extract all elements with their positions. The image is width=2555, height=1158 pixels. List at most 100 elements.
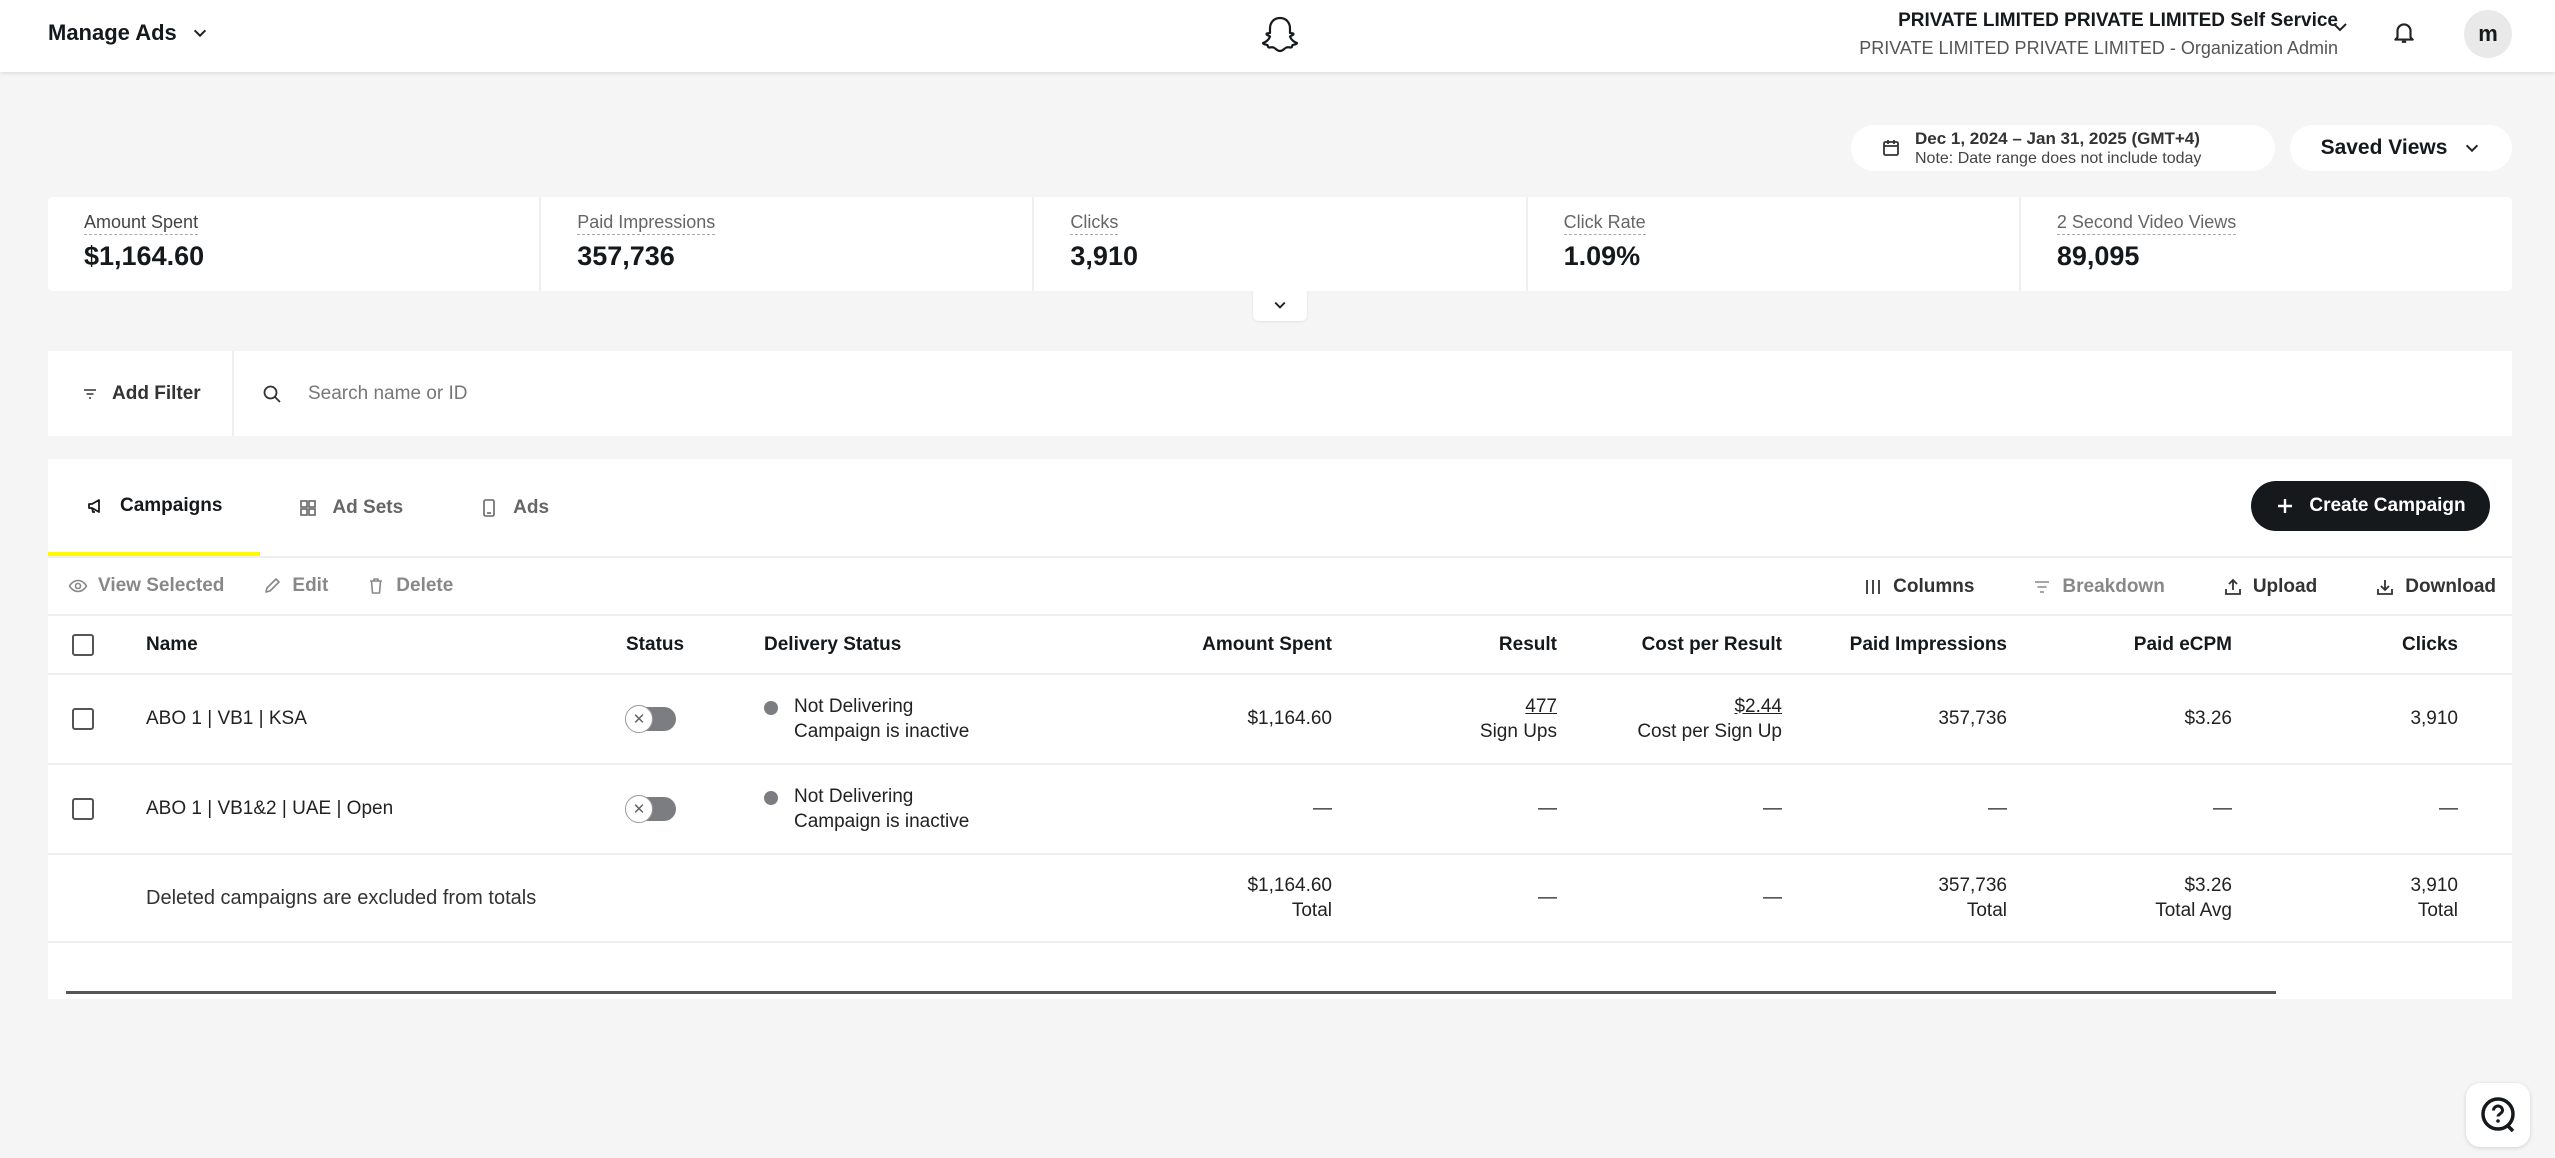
chevron-down-icon [1274,301,1286,309]
table-header-row: Name Status Delivery Status Amount Spent… [48,616,2512,675]
metric-value: 3,910 [1070,241,1138,271]
clicks-cell: — [2232,764,2512,855]
total-value: 3,910 [2410,874,2458,896]
help-button[interactable] [2466,1083,2530,1147]
table-tools: Columns Breakdown Upload Download [1843,558,2496,616]
row-checkbox[interactable] [72,798,94,820]
filter-icon [84,388,96,399]
column-header-amount-spent[interactable]: Amount Spent [1094,616,1332,675]
campaign-name[interactable]: ABO 1 | VB1&2 | UAE | Open [146,764,626,855]
view-selected-button[interactable]: View Selected [68,575,224,597]
breakdown-button[interactable]: Breakdown [2032,576,2165,598]
campaigns-table: Name Status Delivery Status Amount Spent… [48,616,2512,943]
columns-button[interactable]: Columns [1863,576,1974,598]
column-header-cost-per-result[interactable]: Cost per Result [1557,616,1782,675]
metric-value: $1,164.60 [84,241,205,271]
trash-icon [370,578,383,594]
result-unit: Sign Ups [1479,720,1557,742]
bell-icon [2394,23,2414,43]
total-label: Total [2417,899,2458,921]
metric-click-rate[interactable]: Click Rate 1.09% [1528,197,2021,291]
column-header-delivery-status[interactable]: Delivery Status [764,616,1094,675]
chevron-down-icon [2466,144,2479,153]
edit-label: Edit [292,575,329,596]
delivery-detail: Campaign is inactive [794,810,970,832]
row-checkbox[interactable] [72,708,94,730]
org-role: PRIVATE LIMITED PRIVATE LIMITED - Organi… [1859,38,2338,58]
avatar[interactable]: m [2464,10,2512,58]
amount-spent-cell: $1,164.60 [1094,674,1332,765]
table-row[interactable]: ABO 1 | VB1 | KSA ✕ Not Delivering Campai… [48,674,2512,765]
column-header-paid-impressions[interactable]: Paid Impressions [1782,616,2007,675]
metric-value: 1.09% [1563,241,1641,271]
metric-clicks[interactable]: Clicks 3,910 [1034,197,1528,291]
upload-button[interactable]: Upload [2223,576,2317,598]
eye-icon [68,579,88,593]
tab-ads[interactable]: Ads [441,459,587,556]
total-paid-impressions: 357,736 Total [1782,854,2007,943]
column-header-name[interactable]: Name [146,616,626,675]
tab-ad-sets[interactable]: Ad Sets [260,459,441,556]
upload-label: Upload [2252,576,2318,597]
tab-bar: Campaigns Ad Sets Ads [48,459,587,556]
metric-amount-spent[interactable]: Amount Spent $1,164.60 [48,197,542,291]
delete-button[interactable]: Delete [366,575,453,597]
download-button[interactable]: Download [2375,576,2496,598]
metric-label: 2 Second Video Views [2056,212,2237,235]
status-toggle[interactable]: ✕ [625,705,676,733]
table-row[interactable]: ABO 1 | VB1&2 | UAE | Open ✕ Not Deliver… [48,764,2512,855]
total-paid-ecpm: $3.26 Total Avg [2007,854,2232,943]
select-all-checkbox[interactable] [72,633,94,656]
tab-campaigns[interactable]: Campaigns [48,459,261,556]
campaign-name[interactable]: ABO 1 | VB1 | KSA [146,674,626,765]
tab-label: Ads [513,496,550,518]
horizontal-scrollbar[interactable] [66,991,2276,994]
delivery-status: Not Delivering [794,695,914,717]
result-cell: 477 Sign Ups [1332,674,1557,765]
amount-spent-cell: — [1094,764,1332,855]
campaigns-panel: Campaigns Ad Sets Ads Create Campaign Vi… [48,459,2512,999]
status-toggle[interactable]: ✕ [625,795,676,823]
notifications-button[interactable] [2382,10,2426,54]
add-filter-label: Add Filter [112,382,201,404]
columns-icon [1866,580,1881,594]
paid-impressions-cell: 357,736 [1782,674,2007,765]
edit-button[interactable]: Edit [262,575,328,597]
search-input[interactable] [308,382,908,405]
organization-switcher[interactable]: PRIVATE LIMITED PRIVATE LIMITED Self Ser… [1859,10,2338,59]
add-filter-button[interactable]: Add Filter [48,351,234,436]
chevron-down-icon[interactable] [2330,17,2350,37]
megaphone-icon [88,498,100,513]
saved-views-button[interactable]: Saved Views [2290,125,2512,171]
top-bar: Manage Ads PRIVATE LIMITED PRIVATE LIMIT… [0,0,2555,72]
metric-video-views[interactable]: 2 Second Video Views 89,095 [2021,197,2512,291]
metrics-summary: Amount Spent $1,164.60 Paid Impressions … [48,197,2512,291]
column-header-result[interactable]: Result [1332,616,1557,675]
create-campaign-button[interactable]: Create Campaign [2251,481,2490,531]
column-header-clicks[interactable]: Clicks [2232,616,2512,675]
select-cell [48,674,146,765]
expand-metrics-button[interactable] [1253,289,1307,321]
paid-ecpm-cell: — [2007,764,2232,855]
date-range-picker[interactable]: Dec 1, 2024 – Jan 31, 2025 (GMT+4) Note:… [1851,125,2275,171]
column-header-status[interactable]: Status [626,616,764,675]
total-clicks: 3,910 Total [2232,854,2512,943]
download-label: Download [2405,576,2496,597]
filter-bar: Add Filter [48,351,2512,436]
download-icon [2377,580,2394,595]
metric-paid-impressions[interactable]: Paid Impressions 357,736 [541,197,1035,291]
search-box [234,382,2512,405]
manage-ads-menu[interactable]: Manage Ads [48,20,209,46]
breakdown-icon [2035,581,2050,593]
cost-per-result-link[interactable]: $2.44 [1734,696,1782,717]
delivery-status-cell: Not Delivering Campaign is inactive [764,764,1094,855]
select-cell [48,764,146,855]
snapchat-ghost-icon[interactable] [1260,14,1300,56]
total-value: 357,736 [1938,874,2007,896]
metric-label: Paid Impressions [577,212,716,235]
total-label: Total [1966,899,2007,921]
column-header-paid-ecpm[interactable]: Paid eCPM [2007,616,2232,675]
total-value: $1,164.60 [1247,874,1332,896]
result-link[interactable]: 477 [1525,696,1557,717]
paid-impressions-cell: — [1782,764,2007,855]
